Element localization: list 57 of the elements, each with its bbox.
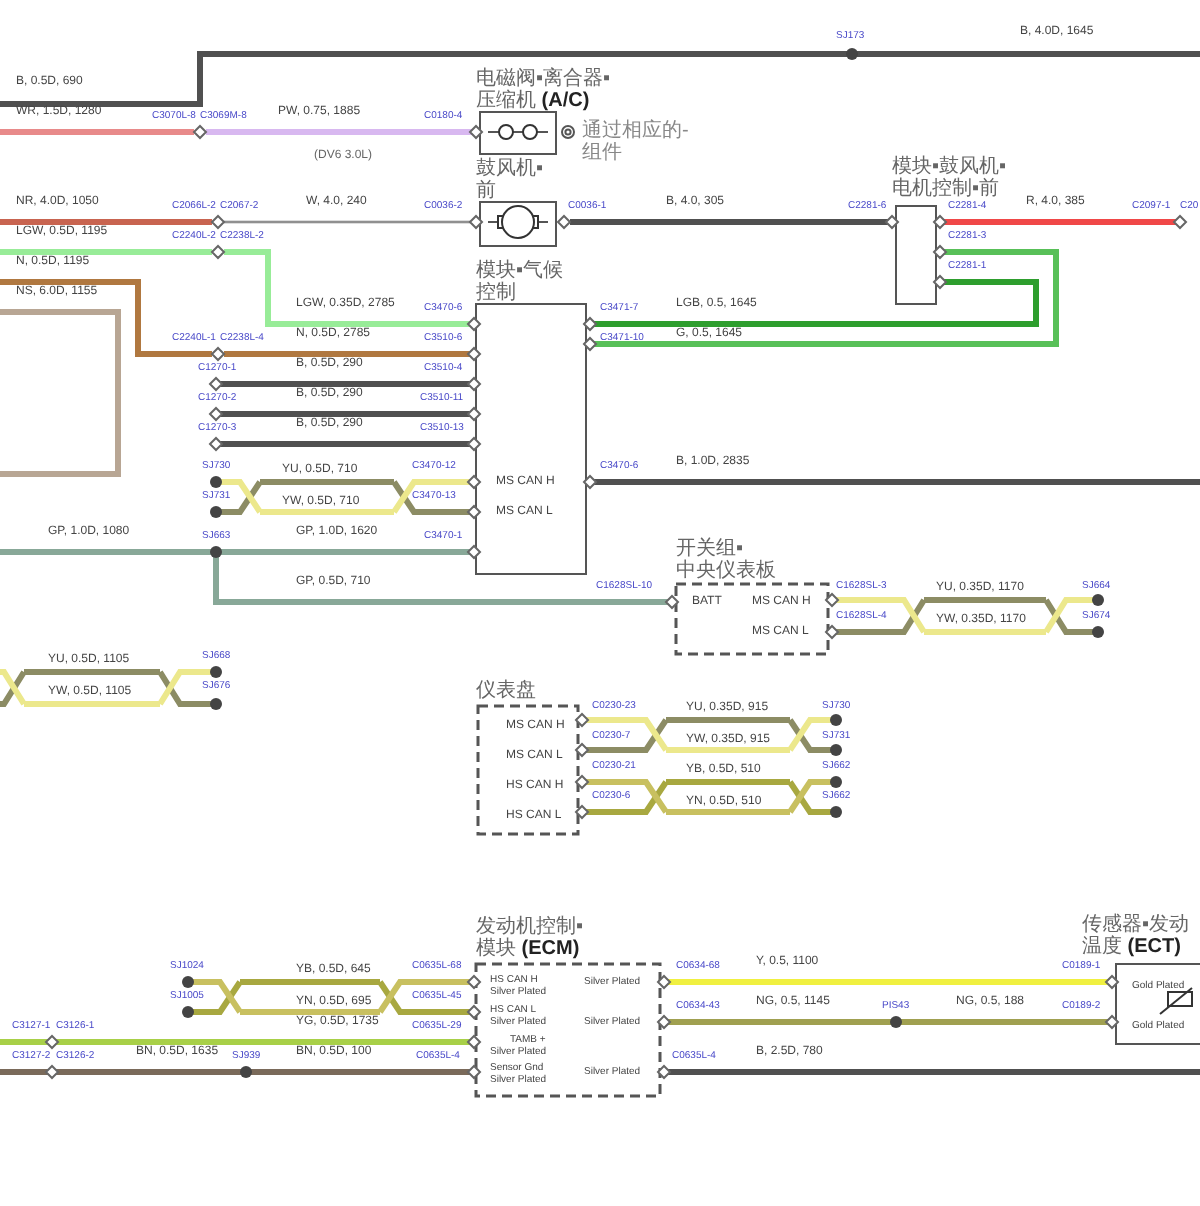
splice-dot	[890, 1016, 902, 1028]
splice-dot	[210, 666, 222, 678]
splice-dot	[210, 546, 222, 558]
resistor-icon	[1159, 987, 1193, 1015]
connector-icon	[556, 214, 572, 230]
splice-dot	[1092, 626, 1104, 638]
splice-dot	[182, 976, 194, 988]
connector-icon	[656, 974, 672, 990]
module-title: 开关组▪	[676, 538, 744, 560]
splice-dot	[830, 744, 842, 756]
module-title: 控制	[476, 282, 516, 304]
wire-crossing	[391, 479, 474, 515]
note-text: 通过相应的-	[582, 120, 689, 142]
splice-dot	[830, 776, 842, 788]
module-title: 传感器▪发动	[1082, 914, 1190, 936]
module-box	[895, 205, 937, 305]
motor-icon	[487, 205, 549, 239]
module-box	[1115, 963, 1200, 1045]
splice-dot	[1092, 594, 1104, 606]
module-title: 鼓风机▪	[476, 158, 544, 180]
splice-dot	[210, 506, 222, 518]
wire-crossing	[0, 669, 27, 707]
splice-dot	[182, 1006, 194, 1018]
module-title: 电机控制▪前	[892, 178, 1000, 200]
module-title: 模块▪气候	[476, 260, 564, 282]
connector-icon	[1104, 1014, 1120, 1030]
connector-icon	[468, 214, 484, 230]
connector-icon	[466, 544, 482, 560]
connector-icon	[468, 124, 484, 140]
connector-icon	[582, 474, 598, 490]
splice-dot	[830, 806, 842, 818]
relay-icon	[487, 124, 549, 140]
splice-dot	[210, 476, 222, 488]
module-title: 温度 (ECT)	[1082, 936, 1181, 958]
connector-icon	[192, 124, 208, 140]
connector-icon	[656, 1064, 672, 1080]
splice-dot	[846, 48, 858, 60]
connector-icon	[561, 125, 575, 139]
module-title: 发动机控制▪	[476, 916, 584, 938]
connector-icon	[664, 594, 680, 610]
module-title: 前	[476, 180, 496, 202]
connector-icon	[884, 214, 900, 230]
connector-icon	[1172, 214, 1188, 230]
module-title: 电磁阀▪离合器▪	[476, 68, 611, 90]
module-title: 模块 (ECM)	[476, 938, 580, 960]
wire-crossing	[377, 979, 474, 1015]
note-text: 组件	[582, 142, 622, 164]
module-box	[476, 704, 580, 836]
connector-icon	[656, 1014, 672, 1030]
splice-dot	[210, 698, 222, 710]
module-title: 仪表盘	[476, 680, 536, 702]
splice-dot	[240, 1066, 252, 1078]
module-title: 压缩机 (A/C)	[476, 90, 590, 112]
module-title: 中央仪表板	[676, 560, 776, 582]
connector-icon	[1104, 974, 1120, 990]
splice-dot	[830, 714, 842, 726]
module-title: 模块▪鼓风机▪	[892, 156, 1007, 178]
